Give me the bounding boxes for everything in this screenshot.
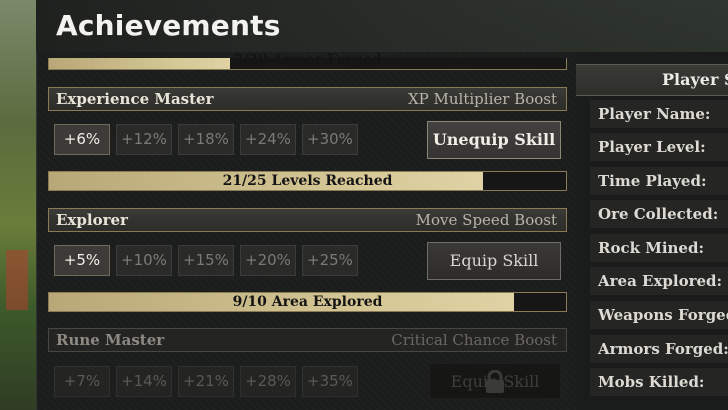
armor-forged-progress-bar: 7/20 Armor Forged — [48, 52, 567, 70]
levels-progress-bar: 21/25 Levels Reached — [48, 171, 567, 191]
tier-chip-5[interactable]: +25% — [302, 245, 358, 276]
tier-chip-2[interactable]: +12% — [116, 124, 172, 155]
area-explored-progress-bar: 9/10 Area Explored — [48, 292, 567, 312]
player-stats-title: Player S — [662, 70, 728, 89]
stat-label: Weapons Forged: — [598, 306, 728, 324]
stat-weapons-forged: Weapons Forged: — [590, 301, 728, 330]
background-scenery — [0, 0, 36, 410]
tier-chip-2: +14% — [116, 366, 172, 397]
achievement-name: Rune Master — [56, 331, 165, 349]
achievement-header-experience-master: Experience Master XP Multiplier Boost — [48, 87, 567, 111]
achievement-name: Explorer — [56, 211, 128, 229]
stat-label: Player Name: — [598, 105, 711, 123]
player-stats-header: Player S — [576, 64, 728, 96]
equip-skill-button[interactable]: Equip Skill — [427, 242, 561, 280]
achievement-boost: Critical Chance Boost — [391, 331, 557, 349]
stat-label: Armors Forged: — [598, 340, 728, 358]
stat-label: Rock Mined: — [598, 239, 704, 257]
tier-chip-3[interactable]: +15% — [178, 245, 234, 276]
locked-equip-skill-button: Equip Skill — [429, 363, 561, 399]
tier-chip-3: +21% — [178, 366, 234, 397]
achievement-header-rune-master: Rune Master Critical Chance Boost — [48, 328, 567, 352]
achievement-header-explorer: Explorer Move Speed Boost — [48, 208, 567, 232]
tier-chip-1[interactable]: +6% — [54, 124, 110, 155]
stat-armors-forged: Armors Forged: — [590, 335, 728, 364]
progress-text: 21/25 Levels Reached — [222, 173, 393, 189]
achievement-boost: Move Speed Boost — [415, 211, 557, 229]
tier-chip-1[interactable]: +5% — [54, 245, 110, 276]
stat-rock-mined: Rock Mined: — [590, 234, 728, 263]
achievement-boost: XP Multiplier Boost — [407, 90, 557, 108]
stat-label: Time Played: — [598, 172, 707, 190]
stat-label: Player Level: — [598, 138, 706, 156]
tier-chip-5[interactable]: +30% — [302, 124, 358, 155]
tier-chip-1: +7% — [54, 366, 110, 397]
stat-ore-collected: Ore Collected: — [590, 200, 728, 229]
tier-chip-2[interactable]: +10% — [116, 245, 172, 276]
stat-mobs-killed: Mobs Killed: — [590, 368, 728, 397]
progress-text: 7/20 Armor Forged — [233, 52, 382, 68]
achievement-name: Experience Master — [56, 90, 214, 108]
stat-label: Area Explored: — [598, 272, 723, 290]
tier-chip-4: +28% — [240, 366, 296, 397]
unequip-skill-button[interactable]: Unequip Skill — [427, 121, 561, 159]
stat-player-level: Player Level: — [590, 133, 728, 162]
stat-time-played: Time Played: — [590, 167, 728, 196]
tier-chip-5: +35% — [302, 366, 358, 397]
progress-text: 9/10 Area Explored — [232, 294, 383, 310]
stat-label: Mobs Killed: — [598, 373, 705, 391]
tier-chip-4[interactable]: +24% — [240, 124, 296, 155]
stat-label: Ore Collected: — [598, 205, 719, 223]
stat-player-name: Player Name: — [590, 100, 728, 129]
tier-chip-3[interactable]: +18% — [178, 124, 234, 155]
lock-icon — [486, 370, 504, 393]
tier-chip-4[interactable]: +20% — [240, 245, 296, 276]
stat-area-explored: Area Explored: — [590, 267, 728, 296]
page-title: Achievements — [56, 9, 281, 42]
